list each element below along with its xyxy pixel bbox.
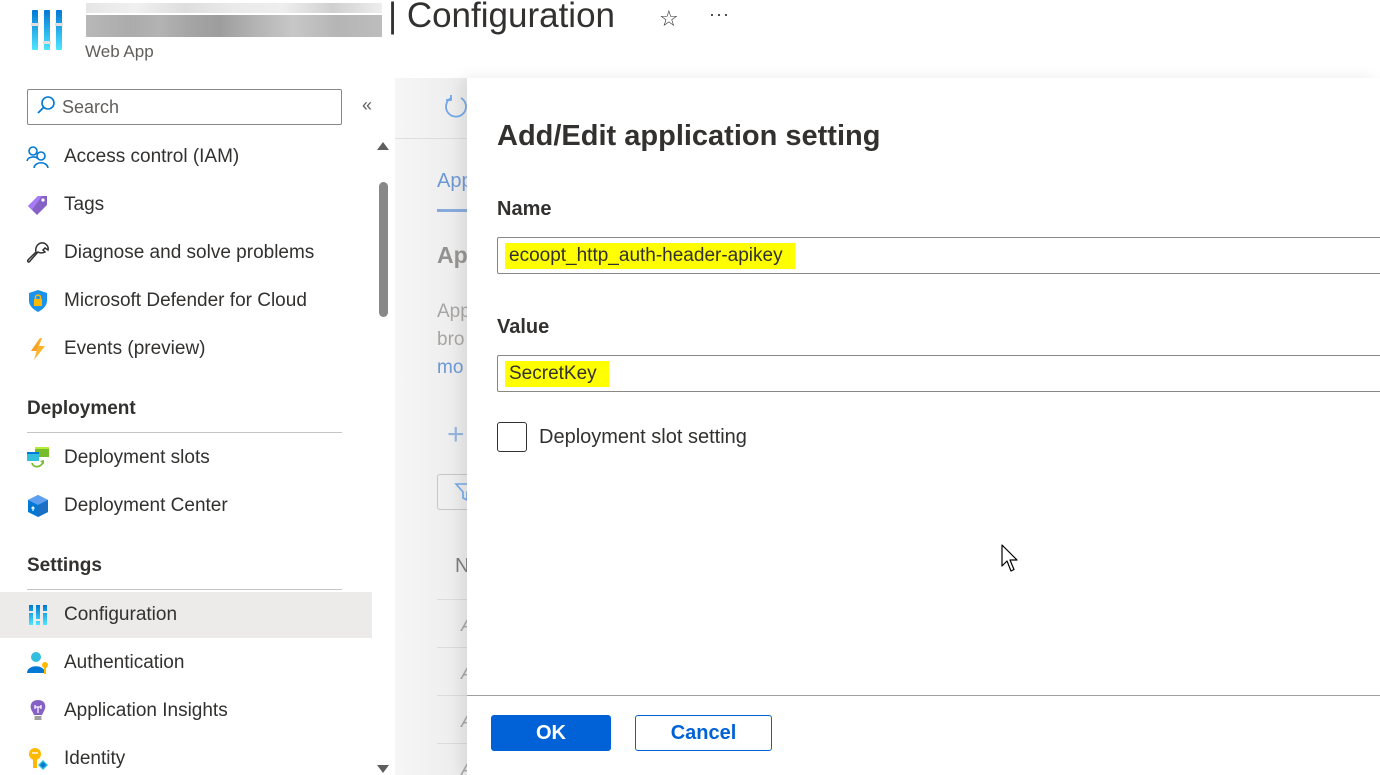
sidebar-item-label: Events (preview)	[64, 338, 206, 359]
redacted-resource-name	[86, 3, 382, 39]
sidebar-search-box[interactable]	[27, 89, 342, 125]
section-divider	[27, 589, 342, 590]
favorite-star-icon[interactable]: ☆	[659, 6, 679, 32]
search-icon	[36, 95, 56, 120]
value-input[interactable]: SecretKey	[497, 355, 1380, 392]
sliders-icon	[26, 603, 50, 627]
name-input-value: ecoopt_http_auth-header-apikey	[505, 242, 795, 269]
cancel-button[interactable]: Cancel	[635, 715, 772, 751]
sidebar-item-configuration[interactable]: Configuration	[0, 592, 372, 638]
sidebar-item-tags[interactable]: Tags	[0, 182, 372, 228]
deployment-slots-icon	[26, 446, 50, 470]
mouse-pointer-icon	[1001, 544, 1021, 579]
shield-lock-icon	[26, 289, 50, 313]
ok-button[interactable]: OK	[491, 715, 611, 751]
deployment-slot-setting-checkbox[interactable]	[497, 422, 527, 452]
dialog-title: Add/Edit application setting	[497, 120, 881, 152]
deployment-slot-setting-row[interactable]: Deployment slot setting	[497, 422, 747, 452]
sidebar-search-input[interactable]	[62, 96, 322, 118]
tag-icon	[26, 193, 50, 217]
wrench-icon	[26, 241, 50, 265]
sidebar-scroll-down-arrow[interactable]	[377, 765, 389, 773]
sidebar-scrollbar-thumb[interactable]	[379, 182, 388, 317]
name-input[interactable]: ecoopt_http_auth-header-apikey	[497, 237, 1380, 274]
deployment-slot-setting-label: Deployment slot setting	[539, 425, 747, 448]
key-identity-icon	[26, 747, 50, 771]
sidebar-item-label: Deployment slots	[64, 447, 210, 468]
overlay-shade	[395, 78, 475, 775]
sidebar-item-defender[interactable]: Microsoft Defender for Cloud	[0, 278, 372, 324]
user-key-icon	[26, 651, 50, 675]
sidebar-item-application-insights[interactable]: Application Insights	[0, 688, 372, 734]
cube-icon	[26, 494, 50, 518]
sidebar-item-label: Microsoft Defender for Cloud	[64, 290, 307, 311]
sidebar-item-label: Application Insights	[64, 700, 228, 721]
value-input-value: SecretKey	[505, 360, 609, 387]
add-edit-application-setting-panel: Add/Edit application setting Name ecoopt…	[467, 78, 1380, 775]
sidebar-item-identity[interactable]: Identity	[0, 736, 372, 775]
sidebar-scroll-up-arrow[interactable]	[377, 142, 389, 150]
people-icon	[26, 145, 50, 169]
sidebar-item-label: Identity	[64, 748, 126, 769]
sidebar-item-deployment-center[interactable]: Deployment Center	[0, 483, 372, 529]
name-label: Name	[497, 198, 552, 220]
section-divider	[27, 432, 342, 433]
section-heading-deployment: Deployment	[27, 398, 136, 419]
sidebar-item-label: Tags	[64, 194, 105, 215]
background-configuration-blade: App Ap App bro mo + N A A A A	[395, 78, 475, 775]
sidebar-item-label: Authentication	[64, 652, 185, 673]
sidebar-item-events[interactable]: Events (preview)	[0, 326, 372, 372]
web-app-configuration-logo-icon	[30, 8, 66, 52]
page-title: | Configuration	[388, 0, 616, 35]
sidebar-item-label: Deployment Center	[64, 495, 228, 516]
sidebar-item-access-control[interactable]: Access control (IAM)	[0, 134, 372, 180]
value-label: Value	[497, 316, 550, 338]
more-options-ellipsis-icon[interactable]: ···	[709, 4, 730, 25]
sidebar-item-label: Configuration	[64, 604, 178, 625]
lightbulb-icon	[26, 699, 50, 723]
lightning-icon	[26, 337, 50, 361]
resource-type: Web App	[85, 42, 154, 61]
footer-divider	[467, 695, 1380, 696]
sidebar-item-label: Diagnose and solve problems	[64, 242, 315, 263]
section-heading-settings: Settings	[27, 555, 102, 576]
sidebar-item-diagnose[interactable]: Diagnose and solve problems	[0, 230, 372, 276]
sidebar-item-authentication[interactable]: Authentication	[0, 640, 372, 686]
sidebar-item-deployment-slots[interactable]: Deployment slots	[0, 435, 372, 481]
collapse-sidebar-icon[interactable]: «	[362, 95, 372, 116]
sidebar-item-label: Access control (IAM)	[64, 146, 240, 167]
